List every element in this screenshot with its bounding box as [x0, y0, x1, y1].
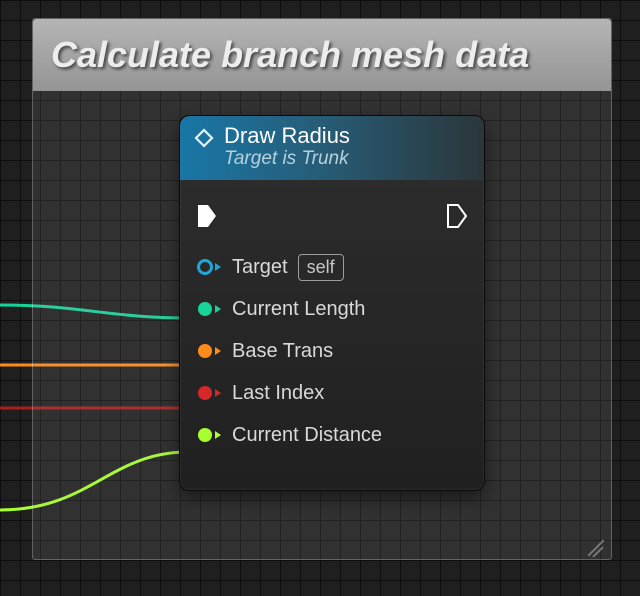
comment-title-text: Calculate branch mesh data [51, 34, 529, 76]
pin-row-current-distance: Current Distance [196, 414, 468, 456]
pin-row-target: Target self [196, 246, 468, 288]
pin-row-last-index: Last Index [196, 372, 468, 414]
function-node[interactable]: Draw Radius Target is Trunk [179, 115, 485, 491]
current-length-label: Current Length [232, 298, 365, 321]
pin-row-current-length: Current Length [196, 288, 468, 330]
node-header[interactable]: Draw Radius Target is Trunk [180, 116, 484, 180]
exec-out-pin[interactable] [446, 203, 468, 229]
pin-row-base-trans: Base Trans [196, 330, 468, 372]
resize-handle-icon[interactable] [585, 533, 607, 555]
base-trans-pin[interactable] [196, 342, 222, 360]
node-title: Draw Radius [224, 124, 350, 148]
node-subtitle: Target is Trunk [224, 148, 350, 170]
base-trans-label: Base Trans [232, 340, 333, 363]
current-length-pin[interactable] [196, 300, 222, 318]
target-pin[interactable] [196, 258, 222, 276]
node-body: Target self Current Length Base Trans [180, 180, 484, 460]
last-index-pin[interactable] [196, 384, 222, 402]
target-label: Target [232, 256, 288, 279]
last-index-label: Last Index [232, 382, 324, 405]
exec-in-pin[interactable] [196, 203, 218, 229]
current-distance-pin[interactable] [196, 426, 222, 444]
comment-title[interactable]: Calculate branch mesh data [33, 19, 611, 91]
target-default-value[interactable]: self [298, 254, 344, 281]
function-icon [194, 128, 214, 153]
exec-row [196, 192, 468, 240]
current-distance-label: Current Distance [232, 424, 382, 447]
